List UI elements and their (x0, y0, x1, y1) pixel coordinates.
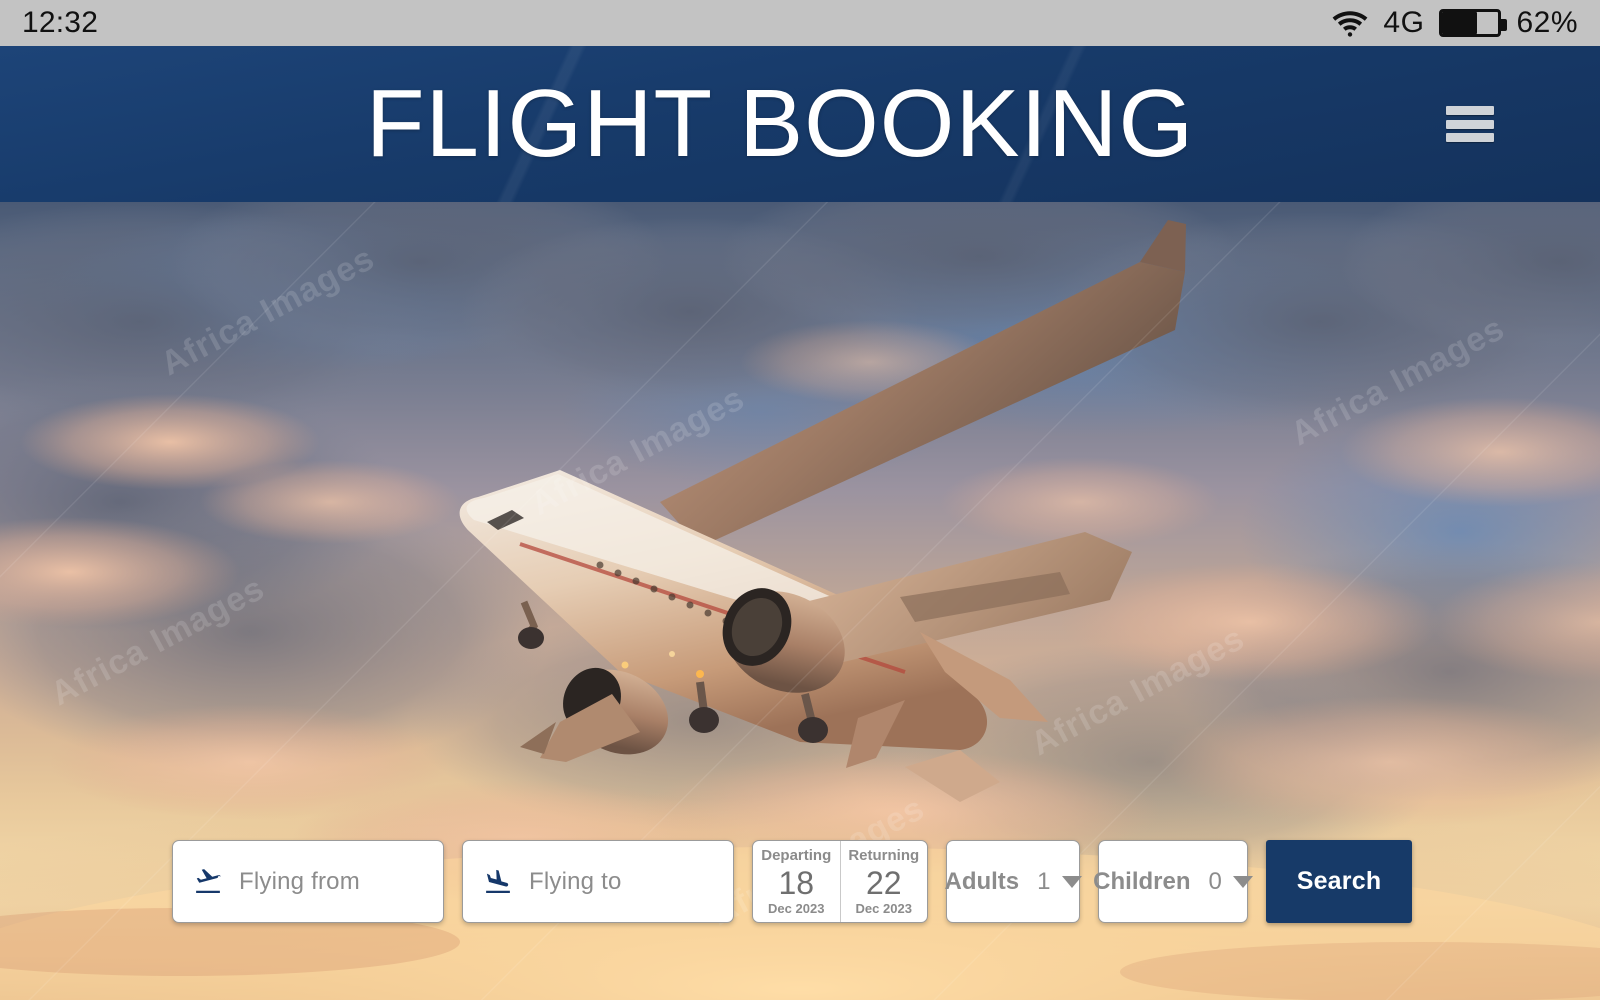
returning-label: Returning (848, 846, 920, 864)
chevron-down-icon (1061, 875, 1082, 888)
network-type-label: 4G (1383, 6, 1425, 39)
flying-to-field[interactable]: Flying to (462, 840, 734, 923)
returning-date[interactable]: Returning 22 Dec 2023 (839, 841, 928, 922)
children-value: 0 (1208, 867, 1222, 895)
adults-selector[interactable]: Adults 1 (944, 840, 1082, 923)
plane-landing-icon (486, 869, 510, 893)
wifi-icon (1333, 11, 1368, 37)
plane-takeoff-icon (196, 868, 221, 893)
departing-label: Departing (761, 846, 832, 864)
hamburger-menu-icon[interactable] (1446, 106, 1494, 142)
battery-icon (1439, 9, 1508, 37)
adults-value: 1 (1037, 867, 1051, 895)
flying-from-placeholder: Flying from (239, 867, 360, 895)
hero-banner: Africa Images Africa Images Africa Image… (0, 202, 1600, 1000)
departing-day: 18 (778, 865, 815, 902)
departing-month-year: Dec 2023 (768, 901, 825, 916)
battery-percent-label: 62% (1516, 6, 1578, 39)
chevron-down-icon (1232, 875, 1253, 888)
app-header: FLIGHT BOOKING (0, 46, 1600, 202)
adults-label: Adults (944, 867, 1020, 895)
status-bar-indicators: 4G 62% (1332, 6, 1578, 40)
departing-date[interactable]: Departing 18 Dec 2023 (753, 841, 840, 922)
children-label: Children (1093, 867, 1191, 895)
app-screen: 12:32 4G 62% FLIGHT BOOKING Flying from … (0, 0, 1600, 1000)
returning-day: 22 (865, 865, 902, 902)
flying-to-placeholder: Flying to (529, 867, 622, 895)
status-bar: 12:32 4G 62% (0, 0, 1600, 46)
flight-search-bar: Flying from Flying to Departing 18 Dec 2… (172, 840, 1412, 923)
travel-dates-field[interactable]: Departing 18 Dec 2023 Returning 22 Dec 2… (752, 840, 928, 923)
page-title: FLIGHT BOOKING (365, 70, 1195, 177)
flying-from-field[interactable]: Flying from (172, 840, 444, 923)
search-button[interactable]: Search (1266, 840, 1412, 923)
status-bar-clock: 12:32 (22, 6, 99, 39)
returning-month-year: Dec 2023 (855, 901, 912, 916)
children-selector[interactable]: Children 0 (1093, 840, 1253, 923)
